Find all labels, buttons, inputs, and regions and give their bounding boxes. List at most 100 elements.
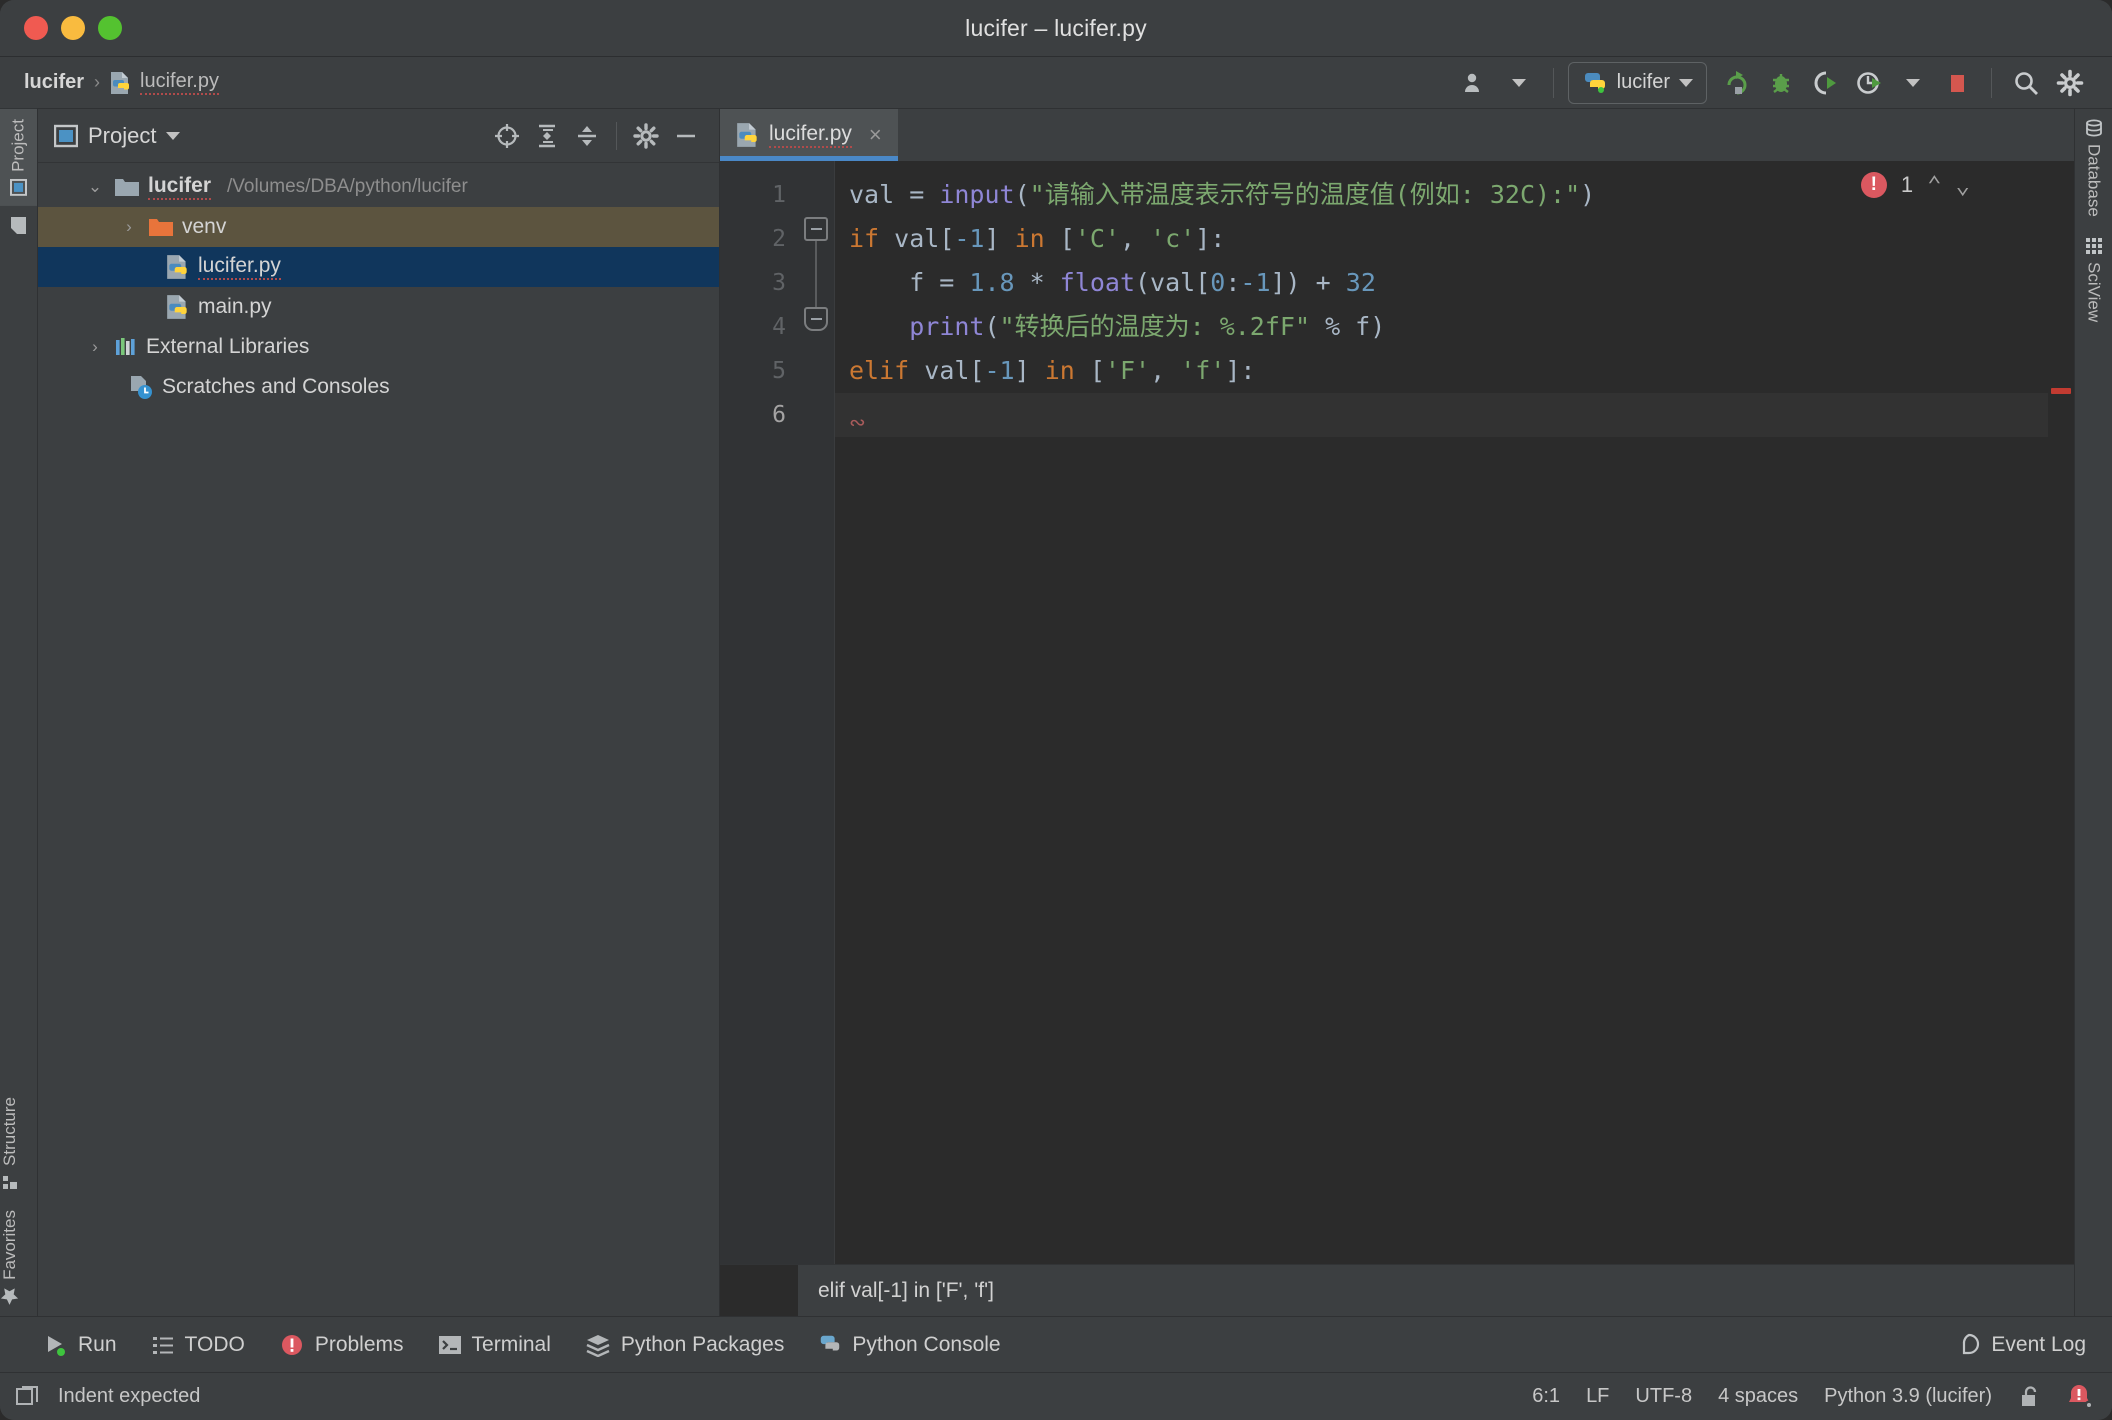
sidebar-item-database-label: Database — [2084, 144, 2104, 217]
chevron-right-icon[interactable]: › — [118, 217, 140, 237]
maximize-window-button[interactable] — [98, 16, 122, 40]
expand-all-icon[interactable] — [528, 117, 566, 155]
tool-window-terminal[interactable]: Terminal — [438, 1333, 551, 1357]
close-icon[interactable]: × — [869, 122, 882, 148]
toolbar-divider — [1552, 67, 1554, 98]
user-account-dropdown-icon[interactable] — [1499, 64, 1539, 102]
status-bar: Indent expected 6:1 LF UTF-8 4 spaces Py… — [0, 1372, 2112, 1420]
notification-error-icon[interactable] — [2066, 1384, 2094, 1410]
indent-setting[interactable]: 4 spaces — [1718, 1385, 1798, 1408]
locate-target-icon[interactable] — [488, 117, 526, 155]
search-icon[interactable] — [2006, 64, 2046, 102]
memory-indicator-icon[interactable] — [14, 1384, 40, 1410]
line-separator[interactable]: LF — [1586, 1385, 1609, 1408]
tool-window-python-packages[interactable]: Python Packages — [585, 1333, 784, 1357]
sidebar-item-database[interactable]: Database — [2075, 109, 2112, 227]
caret-position[interactable]: 6:1 — [1532, 1385, 1560, 1408]
chevron-down-icon — [1679, 78, 1693, 87]
editor-tab-lucifer-py[interactable]: lucifer.py × — [720, 109, 898, 161]
sidebar-item-structure[interactable]: Structure — [0, 1087, 20, 1200]
file-encoding[interactable]: UTF-8 — [1635, 1385, 1692, 1408]
star-icon — [1, 1287, 20, 1306]
code-line-5: elif val[-1] in ['F', 'f']: — [849, 356, 1256, 385]
line-number-gutter: 1 2 3 4 5 6 — [720, 161, 798, 1264]
tree-node-main-py[interactable]: main.py — [38, 287, 719, 327]
breadcrumb-item-file[interactable]: lucifer.py — [110, 70, 219, 95]
rerun-icon[interactable] — [1717, 64, 1757, 102]
debug-bug-icon[interactable] — [1761, 64, 1801, 102]
status-bar-right: 6:1 LF UTF-8 4 spaces Python 3.9 (lucife… — [1532, 1384, 2094, 1410]
error-circle-icon[interactable]: ! — [1860, 172, 1887, 198]
tree-node-lucifer-py[interactable]: lucifer.py — [38, 247, 719, 287]
minimize-window-button[interactable] — [61, 16, 85, 40]
tool-window-python-packages-label: Python Packages — [620, 1332, 785, 1356]
error-squiggle-icon: ∾ — [849, 410, 866, 434]
toolbar-actions: lucifer — [1455, 61, 2090, 104]
editor-tab-label: lucifer.py — [769, 122, 852, 148]
main-body: Project Structure Favorites Project ⌄ lu… — [0, 109, 2112, 1316]
python-interpreter[interactable]: Python 3.9 (lucifer) — [1824, 1385, 1992, 1408]
tree-node-label: lucifer.py — [198, 254, 281, 280]
tree-node-label: main.py — [198, 295, 272, 318]
sidebar-item-favorites[interactable]: Favorites — [0, 1200, 20, 1316]
tree-node-scratches-consoles[interactable]: Scratches and Consoles — [38, 367, 719, 407]
error-marker-scrollbar[interactable] — [2048, 161, 2074, 1264]
next-error-icon[interactable]: ⌄ — [1956, 171, 1970, 199]
right-tool-stripe: Database SciView — [2074, 109, 2112, 1316]
user-account-icon[interactable] — [1455, 64, 1495, 102]
chevron-down-icon[interactable]: ⌄ — [84, 177, 106, 197]
stop-icon[interactable] — [1937, 64, 1977, 102]
run-coverage-icon[interactable] — [1805, 64, 1845, 102]
line-number: 2 — [772, 226, 786, 252]
tree-node-venv[interactable]: › venv — [38, 207, 719, 247]
settings-gear-icon[interactable] — [627, 117, 665, 155]
line-number: 6 — [772, 402, 786, 428]
sidebar-item-structure-label: Structure — [0, 1097, 19, 1167]
code-text-area[interactable]: val = input("请输入带温度表示符号的温度值(例如: 32C):") … — [834, 161, 2048, 1264]
run-play-icon — [44, 1333, 68, 1357]
code-line-6: ∾ — [835, 393, 2048, 437]
fold-collapse-end-icon[interactable] — [804, 307, 828, 331]
profile-icon[interactable] — [1849, 64, 1889, 102]
previous-error-icon[interactable]: ⌃ — [1927, 171, 1941, 199]
sidebar-item-sciview[interactable]: SciView — [2075, 227, 2112, 332]
hide-minimize-icon[interactable] — [667, 117, 705, 155]
python-file-icon — [736, 122, 760, 148]
profile-dropdown-icon[interactable] — [1893, 64, 1933, 102]
breadcrumb-item-project[interactable]: lucifer — [24, 71, 84, 94]
chevron-right-icon[interactable]: › — [84, 337, 106, 357]
bottom-tool-window-bar: Run TODO Problems Terminal Python Packag… — [0, 1316, 2112, 1372]
tool-window-run[interactable]: Run — [44, 1333, 117, 1357]
sidebar-item-sciview-label: SciView — [2084, 261, 2104, 322]
breadcrumb: lucifer › lucifer.py — [24, 70, 219, 95]
editor-tab-bar: lucifer.py × — [720, 109, 2074, 161]
error-count: 1 — [1900, 172, 1914, 197]
code-folding-gutter — [798, 161, 834, 1264]
title-bar: lucifer – lucifer.py — [0, 0, 2112, 57]
tool-window-run-label: Run — [78, 1332, 117, 1356]
chevron-down-icon[interactable] — [166, 131, 181, 140]
toolbar-divider-2 — [1991, 67, 1992, 98]
close-window-button[interactable] — [24, 16, 48, 40]
line-number: 1 — [772, 182, 786, 208]
unlocked-padlock-icon[interactable] — [2018, 1385, 2040, 1409]
run-configuration-selector[interactable]: lucifer — [1567, 61, 1707, 104]
tool-window-problems[interactable]: Problems — [279, 1332, 404, 1358]
error-marker[interactable] — [2051, 388, 2071, 394]
python-file-icon — [110, 71, 132, 95]
tool-window-python-console[interactable]: Python Console — [818, 1332, 1001, 1357]
tree-node-external-libraries[interactable]: › External Libraries — [38, 327, 719, 367]
code-line-3: f = 1.8 * float(val[0:-1]) + 32 — [849, 268, 1376, 297]
status-message: Indent expected — [58, 1385, 201, 1407]
settings-gear-icon[interactable] — [2050, 64, 2090, 102]
fold-collapse-icon[interactable] — [804, 217, 828, 241]
sidebar-item-file[interactable] — [0, 206, 37, 245]
tree-node-lucifer[interactable]: ⌄ lucifer /Volumes/DBA/python/lucifer — [38, 167, 719, 207]
tool-window-todo[interactable]: TODO — [151, 1333, 245, 1357]
tool-window-python-console-label: Python Console — [852, 1332, 1001, 1356]
collapse-all-icon[interactable] — [568, 117, 606, 155]
sidebar-item-project[interactable]: Project — [0, 109, 37, 206]
tree-node-label: venv — [182, 215, 227, 238]
left-tool-stripe: Project Structure Favorites — [0, 109, 38, 1316]
event-log-button[interactable]: Event Log — [1957, 1333, 2086, 1357]
